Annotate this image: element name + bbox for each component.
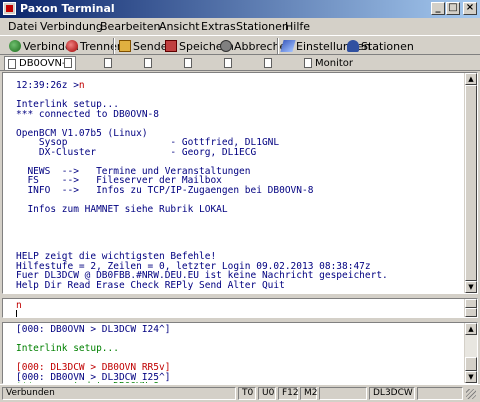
terminal-text: 12:39:26z >n Interlink setup... *** connec… bbox=[16, 81, 388, 293]
terminal-line: Interlink setup... bbox=[16, 344, 170, 354]
terminal-output[interactable]: 12:39:26z >n Interlink setup... *** connec… bbox=[2, 72, 478, 294]
stations-icon bbox=[347, 40, 359, 52]
scroll-up-arrow[interactable]: ▲ bbox=[465, 73, 477, 85]
status-empty bbox=[319, 387, 367, 400]
terminal-line: [000: DB0OVN > DL3DCW I24^] bbox=[16, 325, 170, 335]
input-scrollbar[interactable] bbox=[464, 299, 477, 317]
status-bar: Verbunden T0 U0 F12 M2 DL3DCW bbox=[0, 384, 480, 402]
menu-bar: Datei Verbindung Bearbeiten Ansicht Extr… bbox=[0, 18, 480, 35]
tab-empty[interactable] bbox=[64, 56, 75, 70]
terminal-line-text: 12:39:26z > bbox=[16, 80, 79, 91]
text-cursor bbox=[16, 310, 17, 317]
document-icon bbox=[304, 58, 312, 68]
document-icon bbox=[264, 58, 272, 68]
tab-monitor[interactable]: Monitor bbox=[304, 56, 353, 70]
tab-bar: DB0OVN-8 Monitor bbox=[0, 55, 480, 71]
terminal-line: Infos zum HAMNET siehe Rubrik LOKAL bbox=[16, 203, 388, 215]
document-icon bbox=[224, 58, 232, 68]
document-icon bbox=[64, 58, 72, 68]
status-callsign: DL3DCW bbox=[369, 387, 415, 400]
terminal-input[interactable]: n bbox=[2, 298, 478, 318]
menu-bearbeiten[interactable]: Bearbeiten bbox=[100, 20, 160, 33]
connect-icon bbox=[9, 40, 21, 52]
terminal-line-text: DX-Cluster - Georg, DL1ECG bbox=[16, 146, 257, 158]
stations-label: Stationen bbox=[361, 39, 414, 53]
disconnect-button[interactable]: Trennen bbox=[66, 38, 124, 54]
save-icon bbox=[165, 40, 177, 52]
scroll-thumb[interactable] bbox=[465, 85, 477, 281]
status-m: M2 bbox=[300, 387, 318, 400]
menu-datei[interactable]: Datei bbox=[8, 20, 37, 33]
document-icon bbox=[184, 58, 192, 68]
scroll-up-arrow[interactable] bbox=[465, 299, 477, 308]
stations-button[interactable]: Stationen bbox=[347, 38, 414, 54]
abort-icon bbox=[220, 40, 232, 52]
tab-empty[interactable] bbox=[224, 56, 235, 70]
resize-grip-icon[interactable] bbox=[466, 389, 476, 399]
monitor-text: [000: DB0OVN > DL3DCW I24^] Interlink set… bbox=[16, 325, 170, 383]
minimize-button[interactable]: _ bbox=[431, 2, 445, 15]
terminal-line: *** connected to DB0OVN-8 bbox=[16, 108, 388, 120]
toolbar-separator bbox=[113, 38, 115, 54]
tab-empty[interactable] bbox=[264, 56, 275, 70]
menu-extras[interactable]: Extras bbox=[201, 20, 236, 33]
terminal-line: 12:39:26z >n bbox=[16, 81, 388, 91]
tab-empty[interactable] bbox=[144, 56, 155, 70]
menu-hilfe[interactable]: Hilfe bbox=[285, 20, 310, 33]
menu-verbindung[interactable]: Verbindung bbox=[40, 20, 103, 33]
terminal-line: INFO --> Infos zu TCP/IP-Zugaengen bei D… bbox=[16, 184, 388, 196]
terminal-line-text: Help Dir Read Erase Check REPly Send Alt… bbox=[16, 279, 285, 291]
terminal-line-text: [000: DB0OVN > DL3DCW I24^] bbox=[16, 324, 171, 335]
status-u: U0 bbox=[258, 387, 276, 400]
monitor-output[interactable]: [000: DB0OVN > DL3DCW I24^] Interlink set… bbox=[2, 322, 478, 384]
maximize-button[interactable]: □ bbox=[446, 2, 460, 15]
terminal-line-text: INFO --> Infos zu TCP/IP-Zugaengen bei D… bbox=[16, 184, 314, 196]
terminal-line-text: Infos zum HAMNET siehe Rubrik LOKAL bbox=[16, 203, 228, 215]
send-icon bbox=[119, 40, 131, 52]
tab-label: Monitor bbox=[315, 57, 354, 69]
terminal-line-text: Interlink setup... bbox=[16, 343, 119, 354]
monitor-scrollbar[interactable]: ▲ ▼ bbox=[464, 323, 477, 383]
scroll-up-arrow[interactable]: ▲ bbox=[465, 323, 477, 335]
toolbar-separator bbox=[277, 38, 279, 54]
scroll-thumb[interactable] bbox=[465, 357, 477, 371]
status-t: T0 bbox=[238, 387, 256, 400]
settings-icon bbox=[280, 40, 296, 52]
disconnect-label: Trennen bbox=[80, 39, 124, 53]
window-title: Paxon Terminal bbox=[20, 2, 115, 15]
disconnect-icon bbox=[66, 40, 78, 52]
document-icon bbox=[8, 58, 16, 69]
menu-stationen[interactable]: Stationen bbox=[236, 20, 289, 33]
tab-empty[interactable] bbox=[184, 56, 195, 70]
terminal-command: n bbox=[78, 80, 85, 91]
toolbar: Verbinden Trennen Senden Speichern Abbre… bbox=[0, 35, 480, 55]
scroll-down-arrow[interactable]: ▼ bbox=[465, 371, 477, 383]
scroll-down-arrow[interactable]: ▼ bbox=[465, 281, 477, 293]
status-empty bbox=[417, 387, 463, 400]
terminal-line: DX-Cluster - Georg, DL1ECG bbox=[16, 146, 388, 158]
terminal-line: Help Dir Read Erase Check REPly Send Alt… bbox=[16, 279, 388, 291]
tab-empty[interactable] bbox=[104, 56, 115, 70]
terminal-scrollbar[interactable]: ▲ ▼ bbox=[464, 73, 477, 293]
document-icon bbox=[104, 58, 112, 68]
document-icon bbox=[144, 58, 152, 68]
terminal-line-text: *** connected to DB0OVN-8 bbox=[16, 108, 159, 120]
status-connection: Verbunden bbox=[2, 387, 236, 400]
close-button[interactable]: × bbox=[463, 2, 477, 15]
status-key: F12 bbox=[278, 387, 299, 400]
app-icon bbox=[3, 2, 16, 15]
title-bar: Paxon Terminal _ □ × bbox=[0, 0, 480, 18]
menu-ansicht[interactable]: Ansicht bbox=[159, 20, 200, 33]
scroll-down-arrow[interactable] bbox=[465, 308, 477, 317]
